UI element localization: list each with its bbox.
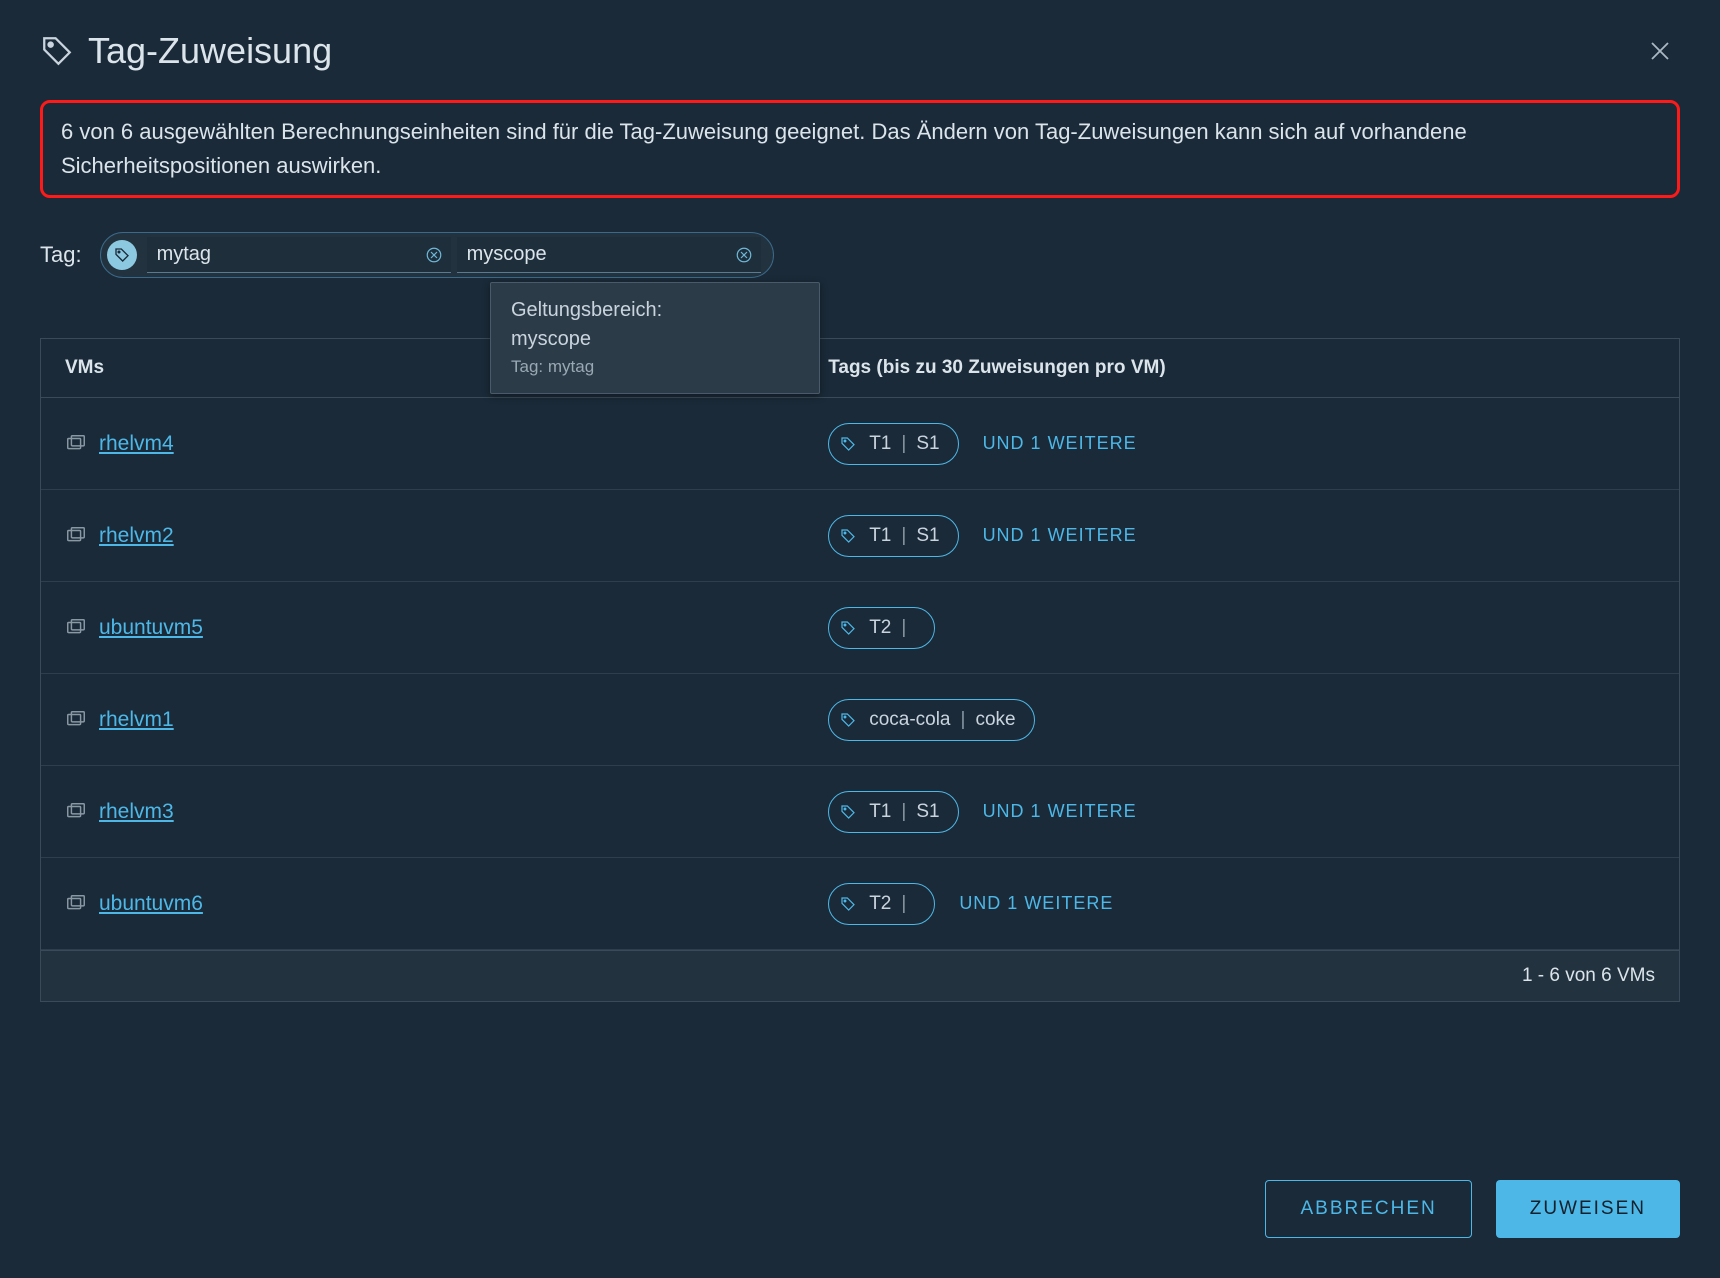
tag-scope: S1 [916,801,939,823]
more-tags-link[interactable]: UND 1 WEITERE [983,433,1137,454]
tag-name: T1 [869,801,891,823]
tag-scope-input[interactable] [461,241,731,268]
tooltip-label: Geltungsbereich: [511,299,799,322]
tag-name-input[interactable] [151,241,421,268]
vm-link[interactable]: ubuntuvm5 [99,616,203,640]
table-row: ubuntuvm6 T2 | UND 1 WEITERE [41,858,1679,950]
tag-pill[interactable]: T2 | [828,883,935,925]
more-tags-link[interactable]: UND 1 WEITERE [959,893,1113,914]
close-button[interactable] [1640,35,1680,67]
pill-divider: | [901,525,906,547]
vm-icon [65,525,87,547]
tag-pill[interactable]: T1 | S1 [828,515,958,557]
pill-divider: | [901,893,906,915]
tag-scope: S1 [916,525,939,547]
tag-icon [837,617,859,639]
tag-icon [107,240,137,270]
vm-icon [65,433,87,455]
table-row: rhelvm4 T1 | S1 UND 1 WEITERE [41,398,1679,490]
dialog-buttons: ABBRECHEN ZUWEISEN [1265,1180,1680,1238]
table-header: VMs Tags (bis zu 30 Zuweisungen pro VM) [41,339,1679,398]
tag-label: Tag: [40,242,82,268]
tag-icon [40,34,74,68]
tag-input-row: Tag: Geltungsbereich: myscope [40,232,1680,278]
vm-icon [65,801,87,823]
tag-pill-container [100,232,774,278]
vm-table: VMs Tags (bis zu 30 Zuweisungen pro VM) … [40,338,1680,1002]
dialog-header: Tag-Zuweisung [40,30,1680,72]
tag-pill[interactable]: T1 | S1 [828,423,958,465]
clear-scope-icon[interactable] [731,246,757,264]
tag-icon [837,893,859,915]
tag-scope-field-group [457,237,761,273]
tag-scope: coke [975,709,1015,731]
tag-icon [837,433,859,455]
vm-link[interactable]: rhelvm4 [99,432,174,456]
vm-link[interactable]: rhelvm3 [99,800,174,824]
tag-name: T1 [869,525,891,547]
tag-scope: S1 [916,433,939,455]
tag-name: T1 [869,433,891,455]
table-row: rhelvm1 coca-cola | coke [41,674,1679,766]
pill-divider: | [901,433,906,455]
tag-pill[interactable]: coca-cola | coke [828,699,1034,741]
more-tags-link[interactable]: UND 1 WEITERE [983,801,1137,822]
table-row: rhelvm2 T1 | S1 UND 1 WEITERE [41,490,1679,582]
clear-tag-icon[interactable] [421,246,447,264]
vm-icon [65,617,87,639]
tag-icon [837,525,859,547]
table-row: rhelvm3 T1 | S1 UND 1 WEITERE [41,766,1679,858]
scope-tooltip: Geltungsbereich: myscope Tag: mytag [490,282,820,394]
tag-name: T2 [869,617,891,639]
vm-icon [65,893,87,915]
column-header-tags: Tags (bis zu 30 Zuweisungen pro VM) [828,357,1655,379]
tag-name-field-group [147,237,451,273]
more-tags-link[interactable]: UND 1 WEITERE [983,525,1137,546]
vm-link[interactable]: rhelvm1 [99,708,174,732]
tag-icon [837,709,859,731]
table-footer: 1 - 6 von 6 VMs [41,950,1679,1001]
tooltip-tag-value: Tag: mytag [511,357,799,377]
table-row: ubuntuvm5 T2 | [41,582,1679,674]
tag-icon [837,801,859,823]
vm-icon [65,709,87,731]
cancel-button[interactable]: ABBRECHEN [1265,1180,1471,1238]
dialog-title: Tag-Zuweisung [88,30,332,72]
tag-name: T2 [869,893,891,915]
vm-link[interactable]: rhelvm2 [99,524,174,548]
assign-button[interactable]: ZUWEISEN [1496,1180,1680,1238]
info-message: 6 von 6 ausgewählten Berechnungseinheite… [40,100,1680,198]
tooltip-scope-value: myscope [511,328,799,351]
tag-pill[interactable]: T1 | S1 [828,791,958,833]
tag-name: coca-cola [869,709,950,731]
pill-divider: | [961,709,966,731]
tag-pill[interactable]: T2 | [828,607,935,649]
pill-divider: | [901,617,906,639]
pill-divider: | [901,801,906,823]
vm-link[interactable]: ubuntuvm6 [99,892,203,916]
